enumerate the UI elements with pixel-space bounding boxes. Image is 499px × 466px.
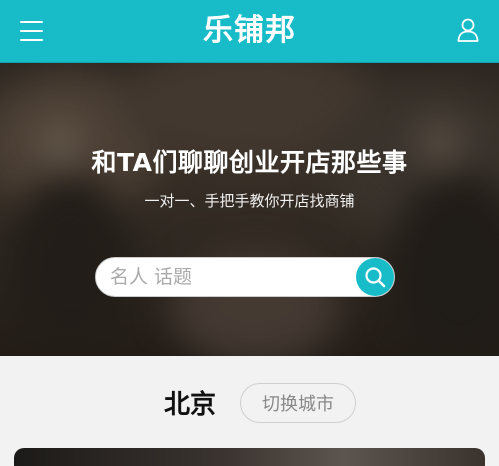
search-bar [95,257,395,297]
hamburger-menu-icon[interactable] [20,20,44,42]
top-navigation-bar: 乐铺邦 [0,0,499,63]
hero-banner: 和TA们聊聊创业开店那些事 一对一、手把手教你开店找商铺 [0,63,499,356]
app-logo: 乐铺邦 [203,13,296,48]
current-city-label: 北京 [164,390,217,420]
hero-title: 和TA们聊聊创业开店那些事 [91,148,408,177]
switch-city-button[interactable]: 切换城市 [240,383,356,423]
user-icon[interactable] [457,18,479,42]
search-input[interactable] [96,258,356,296]
hero-subtitle: 一对一、手把手教你开店找商铺 [144,192,355,210]
city-selector-row: 北京 切换城市 [0,356,499,448]
content-card-image[interactable] [14,448,485,466]
search-icon[interactable] [356,258,394,296]
